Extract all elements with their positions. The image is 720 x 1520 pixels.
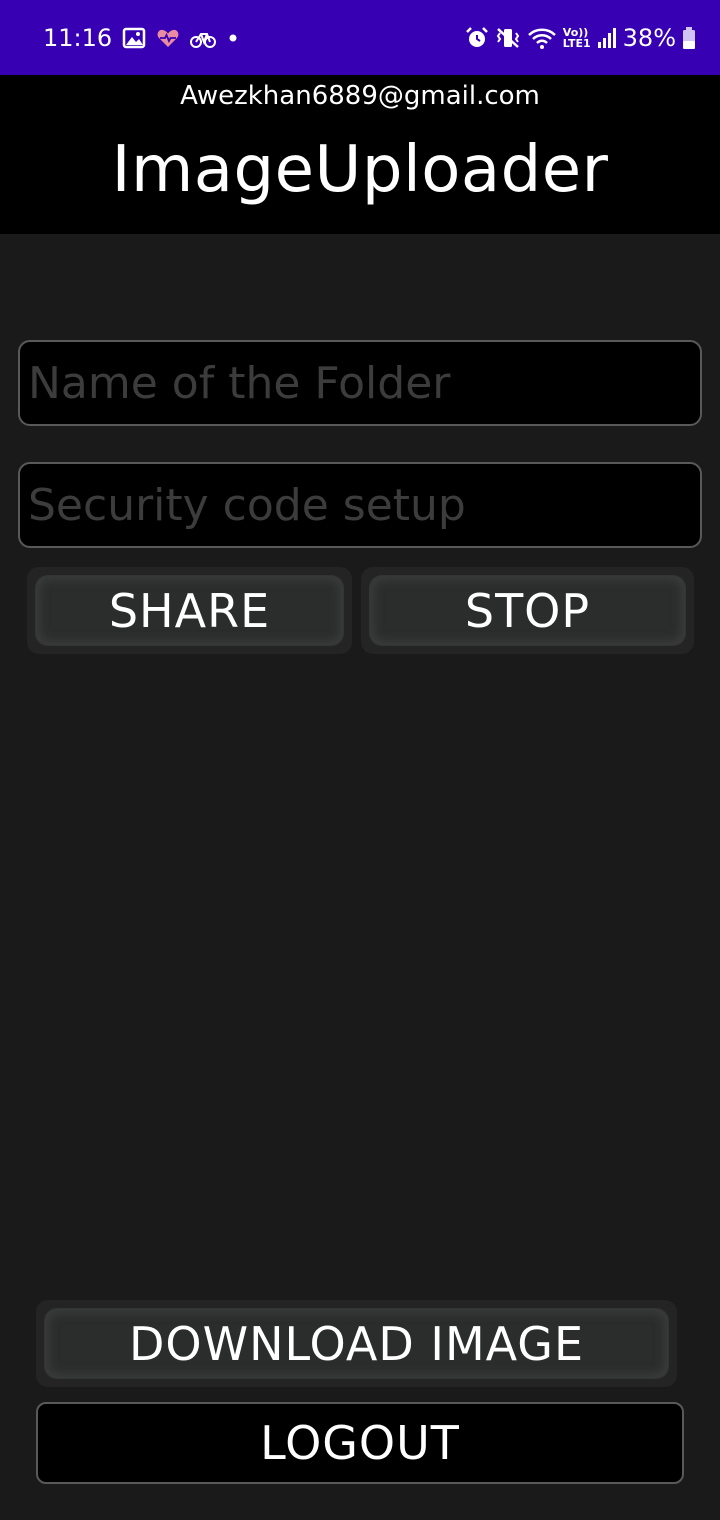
battery-icon	[683, 26, 695, 49]
share-button[interactable]: SHARE	[36, 576, 343, 645]
lte-label: LTE1	[562, 36, 591, 50]
status-right: Vo)) LTE1 38%	[465, 24, 696, 52]
notification-dot-icon	[229, 34, 237, 41]
account-email: Awezkhan6889@gmail.com	[180, 81, 540, 111]
stop-button-container: STOP	[361, 567, 694, 654]
volte-label: Vo))	[562, 25, 589, 39]
app-header: Awezkhan6889@gmail.com ImageUploader	[0, 75, 720, 234]
health-icon	[157, 29, 179, 47]
status-left: 11:16	[43, 24, 240, 52]
app-title: ImageUploader	[111, 133, 609, 207]
bike-icon	[190, 32, 217, 48]
download-image-button-container: DOWNLOAD IMAGE	[36, 1300, 677, 1387]
vibrate-icon	[496, 27, 519, 48]
alarm-icon	[465, 26, 488, 47]
logout-button[interactable]: LOGOUT	[36, 1402, 684, 1484]
status-bar: 11:16 Vo)) LTE1 38%	[0, 0, 720, 75]
battery-percent: 38%	[622, 23, 676, 52]
volte-icon: Vo)) LTE1	[563, 27, 591, 49]
download-image-button[interactable]: DOWNLOAD IMAGE	[45, 1309, 668, 1378]
folder-name-input[interactable]	[18, 340, 702, 426]
security-code-input[interactable]	[18, 462, 702, 548]
wifi-icon	[527, 28, 556, 49]
gallery-icon	[122, 27, 146, 48]
signal-icon	[597, 27, 616, 48]
stop-button[interactable]: STOP	[370, 576, 685, 645]
status-time: 11:16	[43, 23, 113, 52]
share-button-container: SHARE	[27, 567, 352, 654]
